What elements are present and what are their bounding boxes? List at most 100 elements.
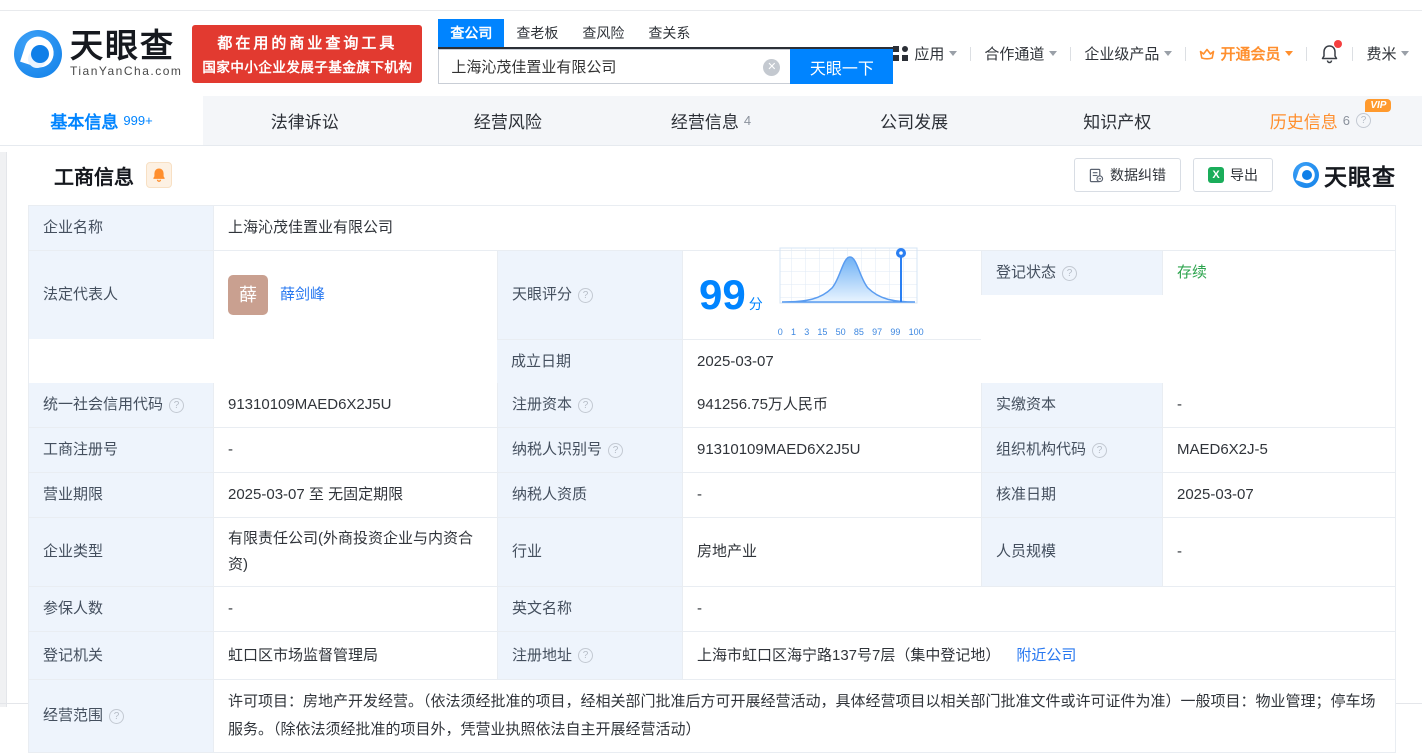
subscribe-bell-button[interactable] — [146, 162, 172, 188]
field-label: 注册地址 ? — [497, 632, 682, 679]
field-label-text: 注册地址 — [512, 646, 573, 664]
search-tab-risk[interactable]: 查风险 — [570, 19, 636, 47]
field-label: 注册资本 ? — [497, 383, 682, 427]
bell-icon — [153, 168, 165, 182]
field-label: 经营范围 ? — [29, 680, 213, 752]
export-button[interactable]: X 导出 — [1193, 158, 1273, 192]
table-row: 经营范围 ? 许可项目：房地产开发经营。（依法须经批准的项目，经相关部门批准后方… — [29, 679, 1395, 752]
field-label: 组织机构代码 ? — [981, 428, 1162, 472]
tab-legal[interactable]: 法律诉讼 — [203, 96, 406, 145]
nav-separator — [1185, 46, 1187, 61]
tianyancha-logo[interactable]: 天眼查 TianYanCha.com — [14, 29, 182, 78]
help-icon[interactable]: ? — [1356, 113, 1372, 128]
business-term-value: 2025-03-07 至 无固定期限 — [213, 473, 497, 517]
field-label: 实缴资本 — [981, 383, 1162, 427]
chevron-down-icon — [1164, 51, 1173, 56]
help-icon[interactable]: ? — [109, 708, 125, 724]
help-icon[interactable]: ? — [578, 397, 594, 413]
help-icon[interactable]: ? — [608, 442, 624, 458]
data-correction-label: 数据纠错 — [1110, 167, 1166, 183]
notification-dot — [1334, 39, 1343, 48]
section-header: 工商信息 数据纠错 X 导出 天眼查 — [28, 146, 1396, 204]
legal-rep-link[interactable]: 薛剑峰 — [280, 282, 325, 308]
field-label: 人员规模 — [981, 518, 1162, 586]
search-button[interactable]: 天眼一下 — [790, 49, 894, 84]
search-tab-relation[interactable]: 查关系 — [636, 19, 702, 47]
registered-capital-value: 941256.75万人民币 — [682, 383, 981, 427]
watermark-logo: 天眼查 — [1293, 158, 1396, 192]
field-label: 行业 — [497, 518, 682, 586]
help-icon[interactable]: ? — [1092, 442, 1108, 458]
table-row: 营业期限 2025-03-07 至 无固定期限 纳税人资质 - 核准日期 202… — [29, 472, 1395, 517]
nav-enterprise-label: 企业级产品 — [1084, 46, 1160, 63]
industry-value: 房地产业 — [682, 518, 981, 586]
tab-operating-risk[interactable]: 经营风险 — [406, 96, 609, 145]
score-distribution-chart: 0 1 3 15 50 85 97 99 100 — [777, 245, 925, 345]
tianyancha-logo-icon — [14, 29, 62, 78]
business-scope-value: 许可项目：房地产开发经营。（依法须经批准的项目，经相关部门批准后方可开展经营活动… — [213, 680, 1395, 752]
business-info-table: 企业名称 上海沁茂佳置业有限公司 法定代表人 薛 薛剑峰 登记状态 ? 存续 天… — [28, 205, 1396, 753]
tab-company-development[interactable]: 公司发展 — [813, 96, 1016, 145]
nav-partner-label: 合作通道 — [984, 46, 1045, 63]
field-label: 企业类型 — [29, 518, 213, 586]
clear-search-icon[interactable]: ✕ — [763, 59, 781, 76]
nav-user[interactable]: 费米 — [1366, 43, 1410, 64]
table-row: 登记机关 虹口区市场监督管理局 注册地址 ? 上海市虹口区海宁路137号7层（集… — [29, 631, 1395, 679]
registered-address-value: 上海市虹口区海宁路137号7层（集中登记地） — [697, 646, 1001, 664]
search-tab-boss[interactable]: 查老板 — [504, 19, 570, 47]
help-icon[interactable]: ? — [578, 648, 594, 663]
nearby-companies-link[interactable]: 附近公司 — [1016, 643, 1076, 669]
crown-icon — [1199, 47, 1215, 61]
table-row: 工商注册号 - 纳税人识别号 ? 91310109MAED6X2J5U 组织机构… — [29, 427, 1395, 472]
help-icon[interactable]: ? — [578, 287, 594, 303]
nav-apps[interactable]: 应用 — [893, 43, 958, 64]
search-module: 查公司 查老板 查风险 查关系 ✕ 天眼一下 — [438, 19, 894, 84]
notifications-bell[interactable] — [1320, 39, 1343, 64]
table-row: 法定代表人 薛 薛剑峰 登记状态 ? 存续 天眼评分 ? 99 分 0 1 3 … — [29, 247, 1395, 383]
field-label: 核准日期 — [981, 473, 1162, 517]
table-row: 参保人数 - 英文名称 - — [29, 586, 1395, 631]
search-tab-company[interactable]: 查公司 — [438, 19, 505, 47]
nav-separator — [1306, 46, 1308, 61]
field-label-text: 组织机构代码 — [996, 441, 1087, 458]
nav-enterprise[interactable]: 企业级产品 — [1084, 43, 1173, 64]
table-row: 企业类型 有限责任公司(外商投资企业与内资合资) 行业 房地产业 人员规模 - — [29, 517, 1395, 586]
chevron-down-icon — [1285, 51, 1294, 56]
help-icon[interactable]: ? — [1062, 265, 1078, 281]
search-tabs: 查公司 查老板 查风险 查关系 — [438, 19, 894, 49]
search-input[interactable] — [451, 58, 752, 75]
taxpayer-id-value: 91310109MAED6X2J5U — [682, 428, 981, 472]
staff-size-value: - — [1162, 518, 1395, 586]
help-icon[interactable]: ? — [169, 397, 185, 413]
tab-history-info[interactable]: VIP 历史信息 6 ? — [1219, 96, 1422, 145]
field-label: 英文名称 — [497, 587, 682, 631]
chevron-down-icon — [949, 51, 958, 56]
company-name-value: 上海沁茂佳置业有限公司 — [213, 206, 1395, 250]
field-label: 登记状态 ? — [981, 251, 1162, 295]
nav-open-vip[interactable]: 开通会员 — [1199, 43, 1294, 64]
field-label: 法定代表人 — [29, 251, 213, 339]
company-tab-bar: 基本信息 999+ 法律诉讼 经营风险 经营信息 4 公司发展 知识产权 VIP… — [0, 96, 1422, 146]
tab-operation-info[interactable]: 经营信息 4 — [609, 96, 812, 145]
promo-line1: 都在用的商业查询工具 — [217, 34, 398, 52]
registration-status-value: 存续 — [1162, 251, 1395, 295]
tab-basic-info[interactable]: 基本信息 999+ — [0, 96, 204, 145]
nav-partner[interactable]: 合作通道 — [984, 43, 1058, 64]
legal-rep-cell: 薛 薛剑峰 — [213, 251, 497, 339]
promo-line2: 国家中小企业发展子基金旗下机构 — [202, 59, 413, 75]
avatar[interactable]: 薛 — [228, 275, 268, 315]
score-value: 99 — [699, 271, 746, 318]
registration-authority-value: 虹口区市场监督管理局 — [213, 632, 497, 679]
paid-capital-value: - — [1162, 383, 1395, 427]
tab-label: 经营信息 — [670, 113, 739, 132]
data-correction-button[interactable]: 数据纠错 — [1074, 158, 1181, 192]
export-label: 导出 — [1230, 167, 1258, 183]
apps-grid-icon — [893, 46, 909, 61]
field-label: 参保人数 — [29, 587, 213, 631]
tab-intellectual-property[interactable]: 知识产权 — [1016, 96, 1219, 145]
vip-badge: VIP — [1365, 99, 1392, 112]
nav-vip-label: 开通会员 — [1220, 46, 1281, 63]
watermark-brand: 天眼查 — [1324, 164, 1396, 190]
brand-domain: TianYanCha.com — [70, 64, 183, 78]
credit-code-value: 91310109MAED6X2J5U — [213, 383, 497, 427]
